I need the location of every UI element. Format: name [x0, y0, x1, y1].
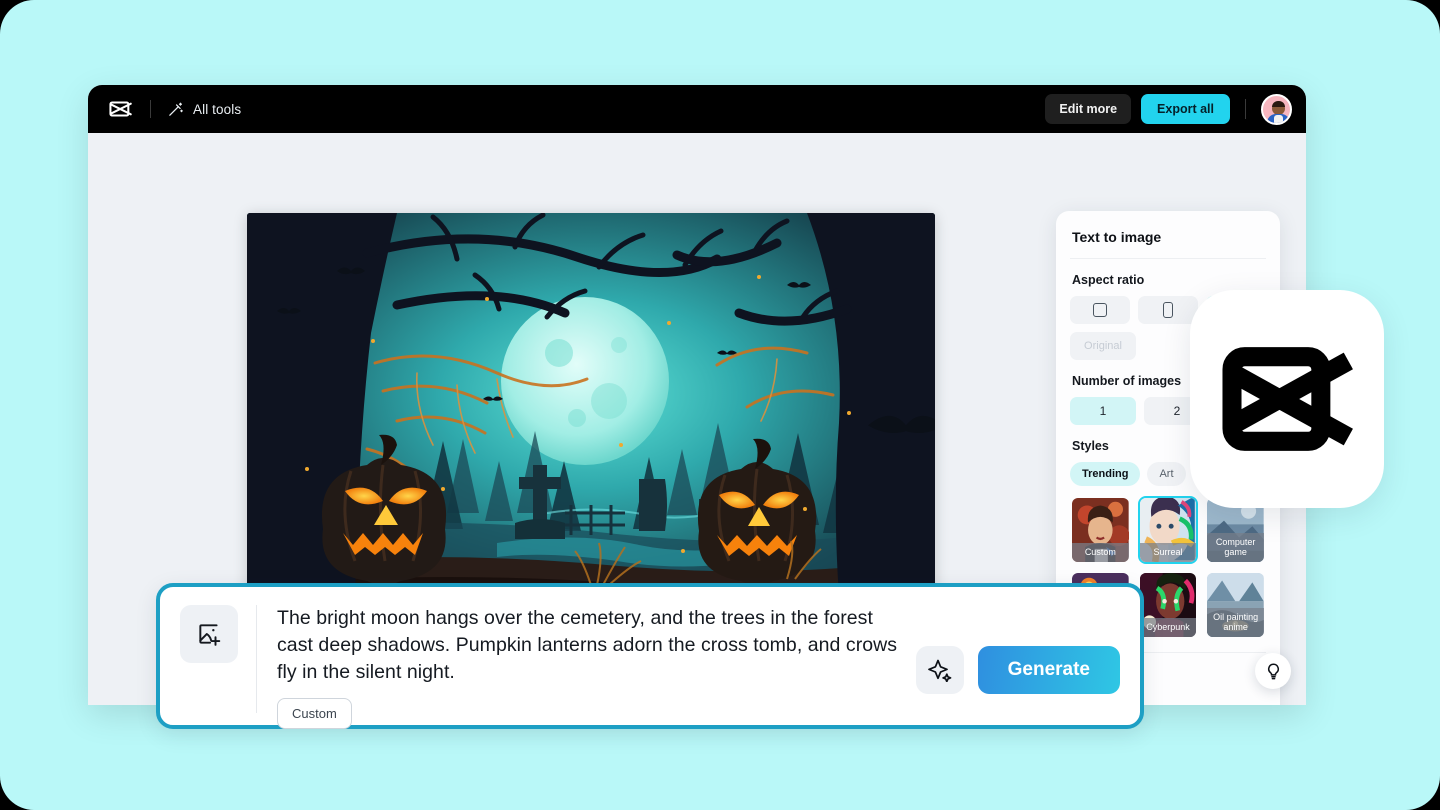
- all-tools-button[interactable]: All tools: [167, 101, 241, 118]
- aspect-ratio-label: Aspect ratio: [1072, 273, 1145, 287]
- prompt-actions: Generate: [915, 646, 1120, 694]
- number-of-images-1[interactable]: 1: [1070, 397, 1136, 425]
- magic-wand-icon: [167, 101, 184, 118]
- aspect-ratio-square[interactable]: [1070, 296, 1130, 324]
- avatar[interactable]: [1261, 93, 1292, 125]
- style-card-label: Computer game: [1207, 532, 1264, 562]
- generated-image[interactable]: [247, 213, 935, 643]
- aspect-ratio-original[interactable]: Original: [1070, 332, 1136, 360]
- generate-button[interactable]: Generate: [977, 646, 1120, 694]
- style-card-surreal[interactable]: Surreal: [1137, 496, 1199, 564]
- prompt-divider: [256, 605, 257, 713]
- sparkle-icon: [927, 658, 952, 682]
- tips-button[interactable]: [1255, 653, 1291, 689]
- style-card-label: Cyberpunk: [1139, 617, 1197, 637]
- style-card-oil-painting-anime[interactable]: Oil painting anime: [1205, 571, 1266, 639]
- style-card-custom[interactable]: Custom: [1070, 496, 1131, 564]
- prompt-main: The bright moon hangs over the cemetery,…: [277, 605, 900, 729]
- capcut-badge: [1190, 290, 1384, 508]
- prompt-card: The bright moon hangs over the cemetery,…: [156, 583, 1144, 729]
- style-card-label: Surreal: [1139, 542, 1197, 562]
- aspect-ratio-portrait[interactable]: [1138, 296, 1198, 324]
- style-card-label: Custom: [1072, 542, 1129, 562]
- panel-title: Text to image: [1070, 211, 1266, 259]
- add-image-button[interactable]: [180, 605, 238, 663]
- capcut-logo-icon: [1218, 344, 1356, 454]
- all-tools-label: All tools: [193, 101, 242, 117]
- prompt-style-chip[interactable]: Custom: [277, 697, 352, 729]
- style-card-label: Oil painting anime: [1207, 607, 1264, 637]
- lightbulb-icon: [1264, 662, 1283, 681]
- capcut-logo-icon[interactable]: [108, 96, 134, 122]
- header-divider: [150, 100, 151, 118]
- style-tab-art[interactable]: Art: [1147, 462, 1186, 486]
- style-card-cyberpunk[interactable]: Cyberpunk: [1138, 571, 1199, 639]
- enhance-prompt-button[interactable]: [915, 646, 964, 694]
- prompt-input[interactable]: The bright moon hangs over the cemetery,…: [277, 605, 900, 686]
- header-actions: Edit more Export all: [1045, 93, 1292, 125]
- add-image-icon: [196, 621, 222, 647]
- style-tab-trending[interactable]: Trending: [1070, 462, 1141, 486]
- page-root: All tools Edit more Export all Text to i…: [0, 0, 1440, 810]
- export-all-button[interactable]: Export all: [1141, 94, 1230, 124]
- edit-more-button[interactable]: Edit more: [1045, 94, 1132, 124]
- app-header: All tools Edit more Export all: [88, 85, 1306, 133]
- header-divider-2: [1245, 99, 1246, 119]
- square-ratio-icon: [1093, 303, 1107, 317]
- portrait-ratio-icon: [1163, 302, 1173, 318]
- avatar-hair: [1272, 100, 1285, 107]
- avatar-shirt: [1274, 114, 1283, 123]
